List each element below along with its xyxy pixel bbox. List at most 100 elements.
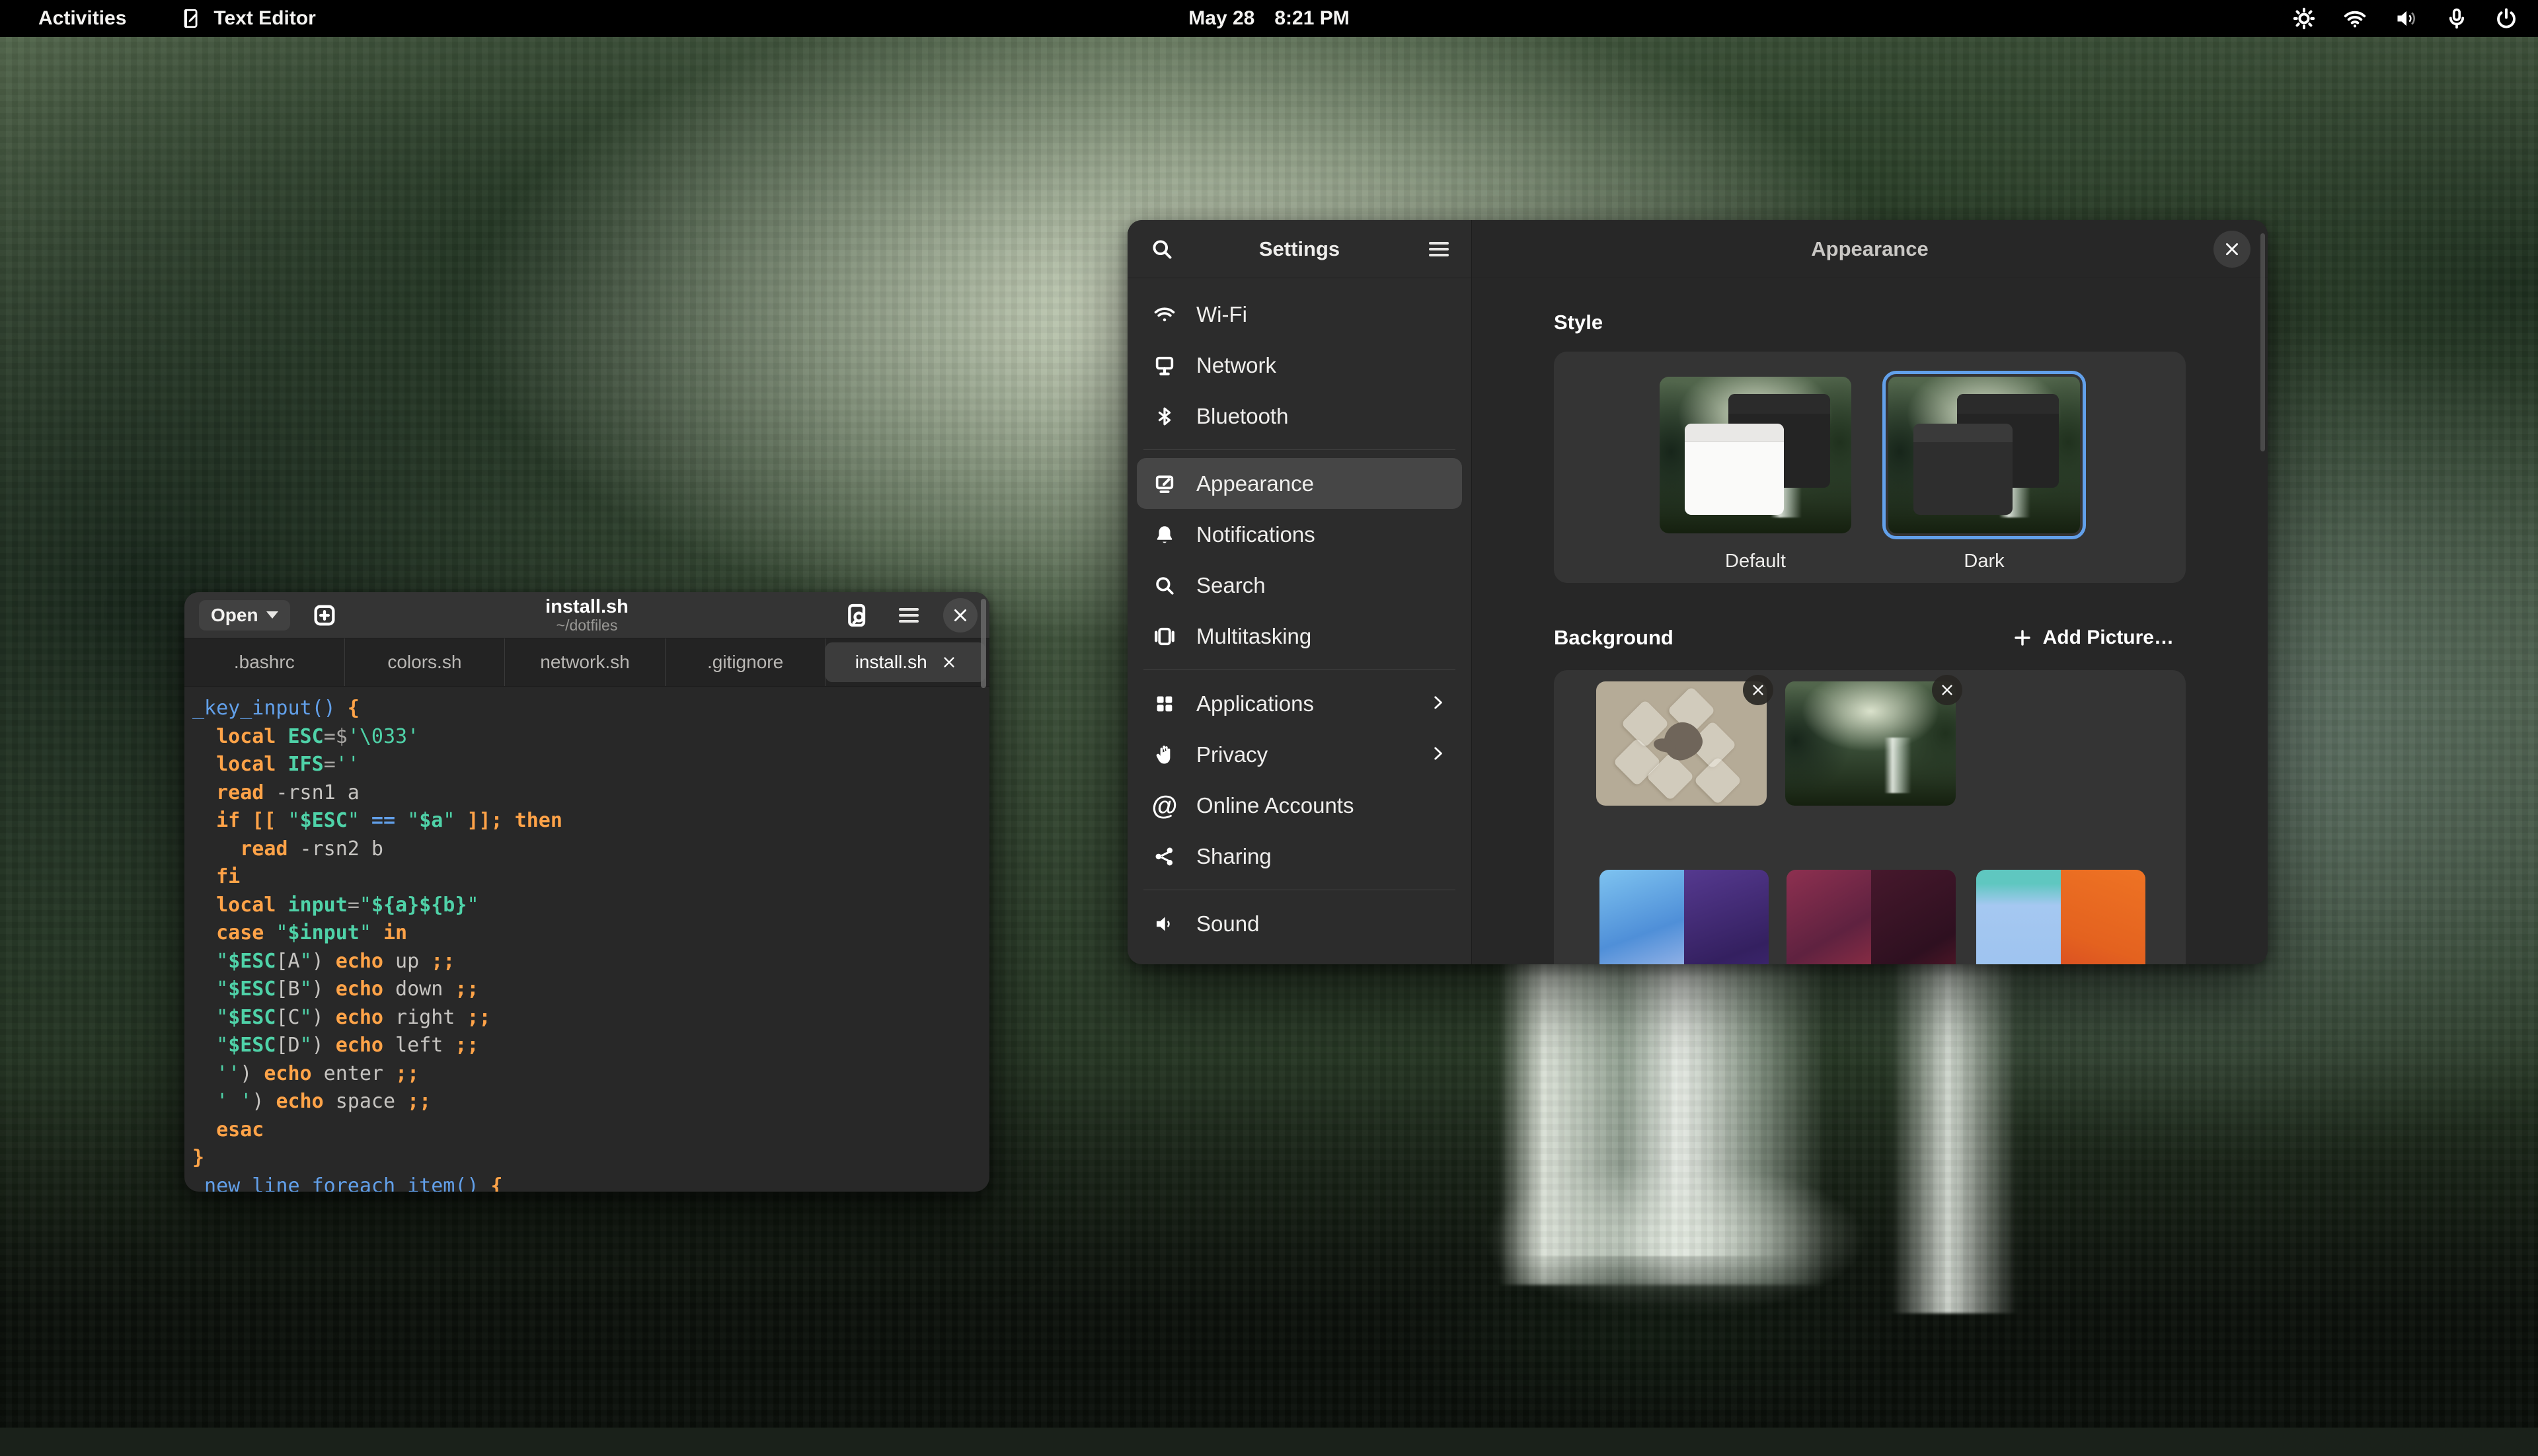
style-dark-thumbnail	[1888, 377, 2080, 533]
text-editor-window: Open install.sh ~/dotfiles	[184, 592, 989, 1192]
applications-grid-icon	[1153, 693, 1176, 715]
tab-network-sh[interactable]: network.sh	[505, 638, 666, 686]
code-line: fi	[192, 863, 989, 892]
search-icon[interactable]	[1150, 237, 1174, 261]
custom-background-forest[interactable]	[1785, 681, 1956, 806]
editor-close-button[interactable]	[943, 598, 978, 632]
wifi-icon	[2342, 7, 2367, 30]
sidebar-item-search[interactable]: Search	[1137, 560, 1462, 611]
sidebar-list: Wi-Fi Network Bluetooth Appearance	[1128, 278, 1471, 964]
tab-gitignore[interactable]: .gitignore	[666, 638, 826, 686]
code-line: read -rsn2 b	[192, 835, 989, 864]
code-area[interactable]: _key_input() { local ESC=$'\033' local I…	[184, 687, 989, 1191]
desktop: Activities Text Editor May 28 8:21 PM Op…	[0, 0, 2538, 1428]
sidebar-item-multitasking[interactable]: Multitasking	[1137, 611, 1462, 662]
editor-headerbar: Open install.sh ~/dotfiles	[184, 592, 989, 638]
sidebar-item-applications[interactable]: Applications	[1137, 678, 1462, 729]
sidebar-item-network[interactable]: Network	[1137, 340, 1462, 391]
code-line: ' ') echo space ;;	[192, 1088, 989, 1116]
new-tab-icon	[311, 602, 338, 629]
settings-scrollbar[interactable]	[2260, 233, 2265, 451]
remove-background-button[interactable]	[1743, 675, 1773, 705]
search-document-button[interactable]	[840, 598, 874, 632]
clock-button[interactable]: May 28 8:21 PM	[1188, 7, 1349, 30]
tab-colors-sh[interactable]: colors.sh	[345, 638, 506, 686]
clock-time: 8:21 PM	[1274, 7, 1349, 30]
sidebar-item-online-accounts[interactable]: @ Online Accounts	[1137, 780, 1462, 831]
style-default-thumbnail	[1660, 377, 1851, 533]
editor-title-area: install.sh ~/dotfiles	[545, 597, 629, 634]
battery-icon	[1153, 964, 1176, 965]
code-line: esac	[192, 1116, 989, 1145]
sidebar-item-privacy[interactable]: Privacy	[1137, 729, 1462, 780]
code-line: "$ESC[C") echo right ;;	[192, 1004, 989, 1032]
editor-header-actions	[840, 598, 978, 632]
clock-date: May 28	[1188, 7, 1254, 30]
hamburger-menu-icon[interactable]	[1429, 242, 1449, 256]
activities-button[interactable]: Activities	[26, 6, 138, 31]
sidebar-item-appearance[interactable]: Appearance	[1137, 458, 1462, 509]
sidebar-item-wifi[interactable]: Wi-Fi	[1137, 289, 1462, 340]
background-card	[1554, 670, 2186, 964]
close-icon	[942, 655, 956, 670]
main-menu-button[interactable]	[892, 598, 926, 632]
bell-icon	[1153, 523, 1176, 546]
system-status-area[interactable]	[2292, 7, 2518, 30]
preset-background-drips[interactable]	[1976, 870, 2145, 964]
focused-app-name: Text Editor	[213, 7, 315, 30]
open-button[interactable]: Open	[199, 600, 290, 631]
background-section-label: Background	[1554, 626, 1673, 650]
settings-sidebar: Settings Wi-Fi Network Bluetooth	[1128, 220, 1471, 964]
share-icon	[1153, 845, 1176, 868]
code-line: read -rsn1 a	[192, 779, 989, 808]
settings-close-button[interactable]	[2213, 231, 2250, 268]
sidebar-item-power[interactable]: Power	[1137, 949, 1462, 964]
editor-scrollbar[interactable]	[981, 599, 986, 688]
appearance-scroll-area[interactable]: Style Default	[1472, 279, 2268, 964]
code-line: _key_input() {	[192, 695, 989, 723]
preset-background-blue-purple[interactable]	[1599, 870, 1769, 964]
appearance-icon	[1153, 473, 1176, 495]
tab-install-sh-active[interactable]: install.sh	[826, 642, 985, 682]
code-line: local input="${a}${b}"	[192, 892, 989, 920]
code-line: if [[ "$ESC" == "$a" ]]; then	[192, 807, 989, 835]
editor-tab-bar: .bashrc colors.sh network.sh .gitignore …	[184, 638, 989, 687]
sidebar-headerbar: Settings	[1128, 220, 1471, 278]
add-picture-button[interactable]: Add Picture…	[2001, 620, 2186, 656]
volume-icon	[2394, 7, 2419, 30]
style-option-dark[interactable]: Dark	[1888, 377, 2080, 583]
code-line: case "$input" in	[192, 919, 989, 948]
style-default-label: Default	[1660, 551, 1851, 572]
sidebar-item-sound[interactable]: Sound	[1137, 898, 1462, 949]
search-icon	[1153, 574, 1176, 597]
custom-background-tiles[interactable]	[1596, 681, 1767, 806]
new-tab-button[interactable]	[307, 598, 342, 632]
document-search-icon	[844, 602, 870, 629]
document-path: ~/dotfiles	[545, 617, 629, 634]
style-section-label: Style	[1554, 311, 2268, 334]
sidebar-item-bluetooth[interactable]: Bluetooth	[1137, 391, 1462, 441]
close-icon	[2223, 241, 2241, 258]
focused-app-menu[interactable]: Text Editor	[180, 7, 315, 30]
code-line: _new_line_foreach_item() {	[192, 1172, 989, 1192]
document-title: install.sh	[545, 597, 629, 617]
tab-bashrc[interactable]: .bashrc	[184, 638, 345, 686]
chevron-down-icon	[266, 611, 278, 619]
sidebar-item-notifications[interactable]: Notifications	[1137, 509, 1462, 560]
close-icon	[1940, 683, 1954, 697]
hamburger-menu-icon	[899, 608, 919, 623]
chevron-right-icon	[1429, 745, 1446, 762]
preset-background-red-waves[interactable]	[1787, 870, 1956, 964]
style-dark-label: Dark	[1888, 551, 2080, 572]
style-option-default[interactable]: Default	[1660, 377, 1851, 583]
style-card: Default Dark	[1554, 352, 2186, 583]
microphone-icon	[2445, 7, 2468, 30]
tab-close-button[interactable]	[942, 655, 956, 670]
sidebar-item-sharing[interactable]: Sharing	[1137, 831, 1462, 882]
remove-background-button[interactable]	[1932, 675, 1962, 705]
privacy-hand-icon	[1153, 744, 1176, 766]
preset-backgrounds-row	[1554, 870, 2186, 964]
top-bar: Activities Text Editor May 28 8:21 PM	[0, 0, 2538, 37]
code-line: local ESC=$'\033'	[192, 723, 989, 751]
code-line: }	[192, 1144, 989, 1172]
